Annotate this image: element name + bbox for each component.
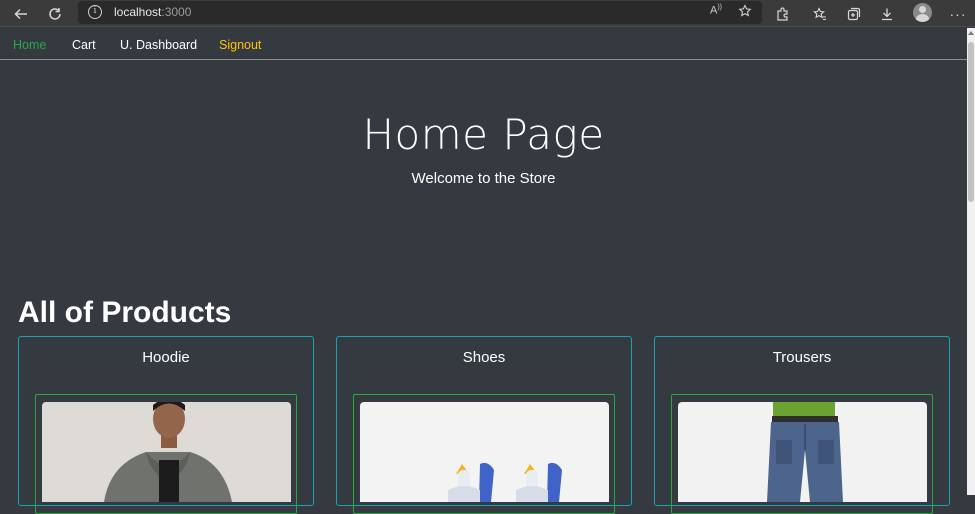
product-card-hoodie[interactable]: Hoodie (18, 336, 314, 514)
downloads-icon[interactable] (877, 4, 897, 24)
hero-subtitle: Welcome to the Store (411, 170, 556, 187)
hero-title: Home Page (362, 110, 605, 159)
more-options-icon[interactable]: ··· (948, 4, 968, 24)
product-image-trousers (678, 402, 927, 502)
address-bar[interactable]: i localhost:3000 A)) (78, 1, 762, 24)
product-card-trousers[interactable]: Trousers (654, 336, 950, 514)
nav-cart-link[interactable]: Cart (72, 38, 96, 52)
profile-avatar-icon[interactable] (913, 3, 932, 22)
products-section-title: All of Products (18, 296, 232, 329)
product-image-frame (35, 394, 297, 514)
page-scrollbar[interactable] (967, 28, 975, 495)
nav-signout-link[interactable]: Signout (219, 38, 261, 52)
product-image-frame (671, 394, 933, 514)
nav-dashboard-link[interactable]: U. Dashboard (120, 38, 197, 52)
scrollbar-thumb[interactable] (968, 42, 974, 202)
product-title: Shoes (462, 349, 506, 366)
site-navbar: Home Cart U. Dashboard Signout (0, 28, 967, 60)
extensions-icon[interactable] (773, 4, 793, 24)
back-arrow-icon[interactable] (11, 4, 31, 24)
add-favorite-icon[interactable] (738, 4, 752, 21)
product-title: Trousers (772, 349, 832, 366)
collections-icon[interactable] (844, 4, 864, 24)
refresh-icon[interactable] (45, 4, 65, 24)
nav-home-link[interactable]: Home (13, 38, 46, 52)
site-info-icon[interactable]: i (88, 5, 102, 19)
address-url[interactable]: localhost:3000 (114, 5, 191, 19)
scroll-up-arrow-icon[interactable] (968, 31, 974, 35)
product-image-hoodie (42, 402, 291, 502)
product-image-frame (353, 394, 615, 514)
product-card-shoes[interactable]: Shoes (336, 336, 632, 514)
product-title: Hoodie (142, 349, 190, 366)
browser-toolbar: i localhost:3000 A)) ··· (0, 0, 975, 27)
favorites-icon[interactable] (810, 4, 830, 24)
read-aloud-icon[interactable]: A)) (710, 4, 722, 17)
product-image-shoes (360, 402, 609, 502)
